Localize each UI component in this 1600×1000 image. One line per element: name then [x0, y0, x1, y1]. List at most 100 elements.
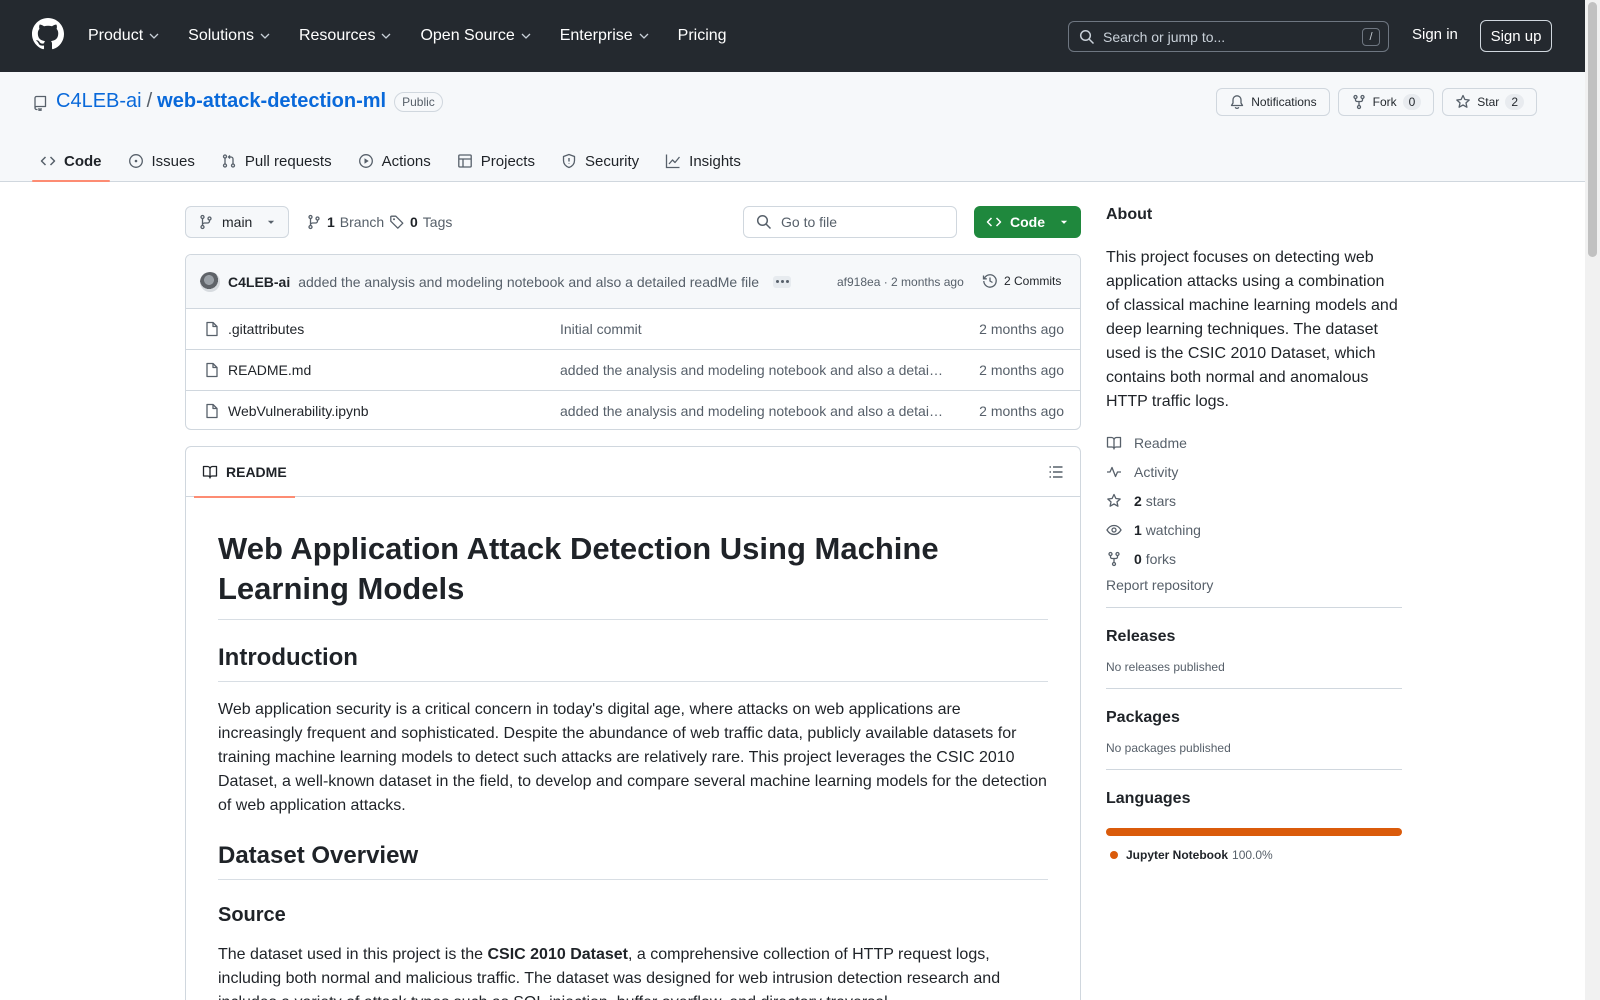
readme-link[interactable]: Readme: [1106, 428, 1402, 457]
nav-resources[interactable]: Resources: [299, 27, 392, 45]
fork-icon: [1108, 551, 1120, 566]
nav-solutions[interactable]: Solutions: [188, 27, 271, 45]
branch-selector[interactable]: main: [185, 206, 289, 238]
language-item[interactable]: Jupyter Notebook 100.0%: [1106, 848, 1402, 862]
chevron-down-icon: [260, 33, 270, 39]
tab-label: Pull requests: [244, 152, 332, 170]
report-repository-link[interactable]: Report repository: [1106, 577, 1402, 593]
tab-label: Insights: [689, 152, 741, 170]
file-row[interactable]: .gitattributes Initial commit 2 months a…: [186, 309, 1080, 350]
file-icon: [206, 403, 218, 419]
file-list: C4LEB-ai added the analysis and modeling…: [185, 254, 1081, 430]
packages-heading[interactable]: Packages: [1106, 709, 1402, 727]
repo-owner-link[interactable]: C4LEB-ai: [56, 90, 142, 113]
forks-label: forks: [1145, 550, 1177, 567]
file-row[interactable]: README.md added the analysis and modelin…: [186, 350, 1080, 391]
file-commit-message-link[interactable]: Initial commit: [560, 321, 946, 337]
graph-icon: [666, 154, 681, 169]
tab-label: Issues: [151, 152, 195, 170]
activity-link[interactable]: Activity: [1106, 457, 1402, 486]
search-placeholder: Search or jump to...: [1103, 28, 1226, 45]
nav-label: Solutions: [188, 27, 254, 44]
chevron-down-icon: [521, 33, 531, 39]
fork-button[interactable]: Fork 0: [1337, 88, 1435, 116]
nav-open-source[interactable]: Open Source: [420, 27, 531, 45]
commit-hash-time[interactable]: af918ea · 2 months ago: [837, 275, 964, 289]
forks-link[interactable]: 0 forks: [1106, 544, 1402, 573]
repo-name-link[interactable]: web-attack-detection-ml: [157, 90, 386, 113]
tab-insights[interactable]: Insights: [657, 140, 749, 182]
file-name-link[interactable]: .gitattributes: [228, 321, 304, 337]
top-nav: Product Solutions Resources Open Source …: [88, 0, 727, 72]
readme-tab[interactable]: README: [194, 447, 295, 498]
tab-security[interactable]: Security: [553, 140, 647, 182]
file-name-link[interactable]: README.md: [228, 362, 311, 378]
tab-projects[interactable]: Projects: [449, 140, 543, 182]
chevron-down-icon: [381, 33, 391, 39]
code-button-label: Code: [1010, 214, 1045, 230]
file-icon: [206, 321, 218, 337]
tab-pull-requests[interactable]: Pull requests: [213, 140, 340, 182]
sign-up-button[interactable]: Sign up: [1480, 20, 1552, 52]
global-header: Product Solutions Resources Open Source …: [0, 0, 1600, 72]
tab-label: Security: [584, 152, 640, 170]
outline-list-icon[interactable]: [1048, 464, 1064, 480]
readme-title: Web Application Attack Detection Using M…: [218, 497, 1048, 621]
readme-content: Web Application Attack Detection Using M…: [186, 497, 1080, 1000]
readme-paragraph-introduction: Web application security is a critical c…: [218, 701, 1047, 815]
nav-pricing[interactable]: Pricing: [678, 27, 727, 45]
nav-label: Product: [88, 27, 144, 44]
readme-heading-dataset-overview: Dataset Overview: [218, 842, 1048, 881]
branches-link[interactable]: 1 Branch: [306, 214, 384, 230]
notifications-button[interactable]: Notifications: [1216, 88, 1330, 116]
branch-name: main: [222, 214, 253, 230]
tab-issues[interactable]: Issues: [120, 140, 203, 182]
expand-commit-button[interactable]: [773, 275, 792, 288]
releases-heading[interactable]: Releases: [1106, 628, 1402, 646]
scrollbar-thumb[interactable]: [1588, 2, 1597, 257]
tag-count: 0: [410, 214, 418, 230]
table-icon: [457, 154, 472, 168]
tab-actions[interactable]: Actions: [350, 140, 439, 182]
repo-sidebar: About This project focuses on detecting …: [1106, 206, 1402, 862]
file-commit-message-link[interactable]: added the analysis and modeling notebook…: [560, 362, 946, 378]
tags-link[interactable]: 0 Tags: [389, 214, 452, 230]
commits-history-link[interactable]: 2 Commits: [982, 273, 1061, 289]
commit-author-link[interactable]: C4LEB-ai: [228, 274, 290, 290]
file-commit-message-link[interactable]: added the analysis and modeling notebook…: [560, 403, 946, 419]
nav-enterprise[interactable]: Enterprise: [560, 27, 650, 45]
repo-path-separator: /: [146, 90, 153, 112]
tab-label: Actions: [381, 152, 431, 170]
tab-label: Code: [64, 152, 102, 170]
nav-product[interactable]: Product: [88, 27, 160, 45]
nav-label: Enterprise: [559, 27, 633, 44]
star-button[interactable]: Star 2: [1442, 88, 1537, 116]
github-logo-icon[interactable]: [32, 18, 64, 50]
avatar[interactable]: [200, 271, 220, 292]
readme-tab-label: README: [226, 464, 287, 480]
stars-label: stars: [1145, 492, 1177, 509]
language-bar: [1106, 828, 1402, 836]
watching-label: watching: [1145, 521, 1201, 538]
history-icon: [982, 274, 997, 288]
fork-count: 0: [1402, 94, 1422, 110]
page-scrollbar[interactable]: [1585, 0, 1600, 1000]
sign-in-link[interactable]: Sign in: [1412, 26, 1458, 43]
go-to-file-input[interactable]: Go to file: [743, 206, 957, 238]
tab-code[interactable]: Code: [32, 140, 110, 182]
about-links: Readme Activity 2 stars 1 watching 0 for…: [1106, 428, 1402, 573]
stars-link[interactable]: 2 stars: [1106, 486, 1402, 515]
readme-link-label: Readme: [1134, 434, 1187, 451]
file-row[interactable]: WebVulnerability.ipynb added the analysi…: [186, 391, 1080, 429]
repo-breadcrumb: C4LEB-ai / web-attack-detection-ml Publi…: [56, 90, 443, 113]
commit-message-link[interactable]: added the analysis and modeling notebook…: [298, 274, 759, 290]
search-input[interactable]: Search or jump to... /: [1068, 21, 1389, 52]
watchers-link[interactable]: 1 watching: [1106, 515, 1402, 544]
book-icon: [202, 465, 218, 479]
branch-count: 1: [327, 214, 335, 230]
chevron-down-icon: [149, 33, 159, 39]
file-name-link[interactable]: WebVulnerability.ipynb: [228, 403, 369, 419]
branch-icon: [308, 214, 320, 230]
branch-icon: [200, 214, 212, 230]
code-dropdown-button[interactable]: Code: [974, 206, 1081, 238]
